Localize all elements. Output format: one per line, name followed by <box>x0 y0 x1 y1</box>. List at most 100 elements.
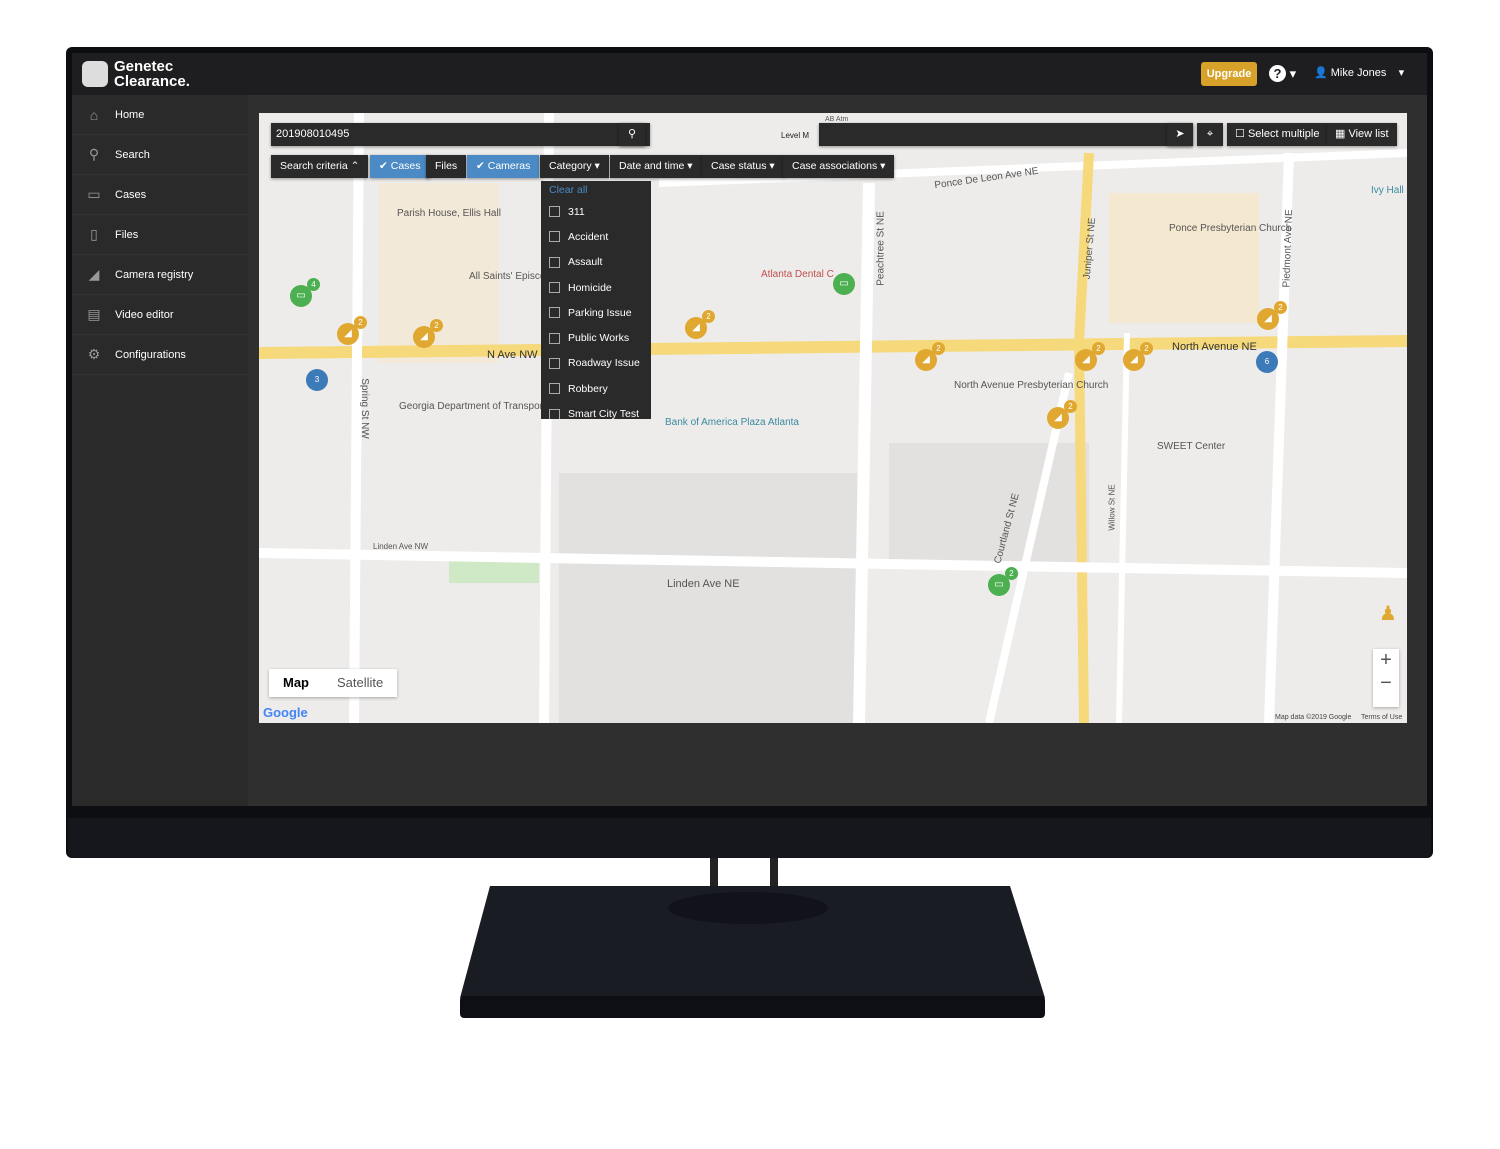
camera-icon: ◢ <box>344 328 352 339</box>
marker-count: 4 <box>307 278 320 291</box>
checkbox[interactable] <box>549 332 560 344</box>
help-menu[interactable]: ? ▾ <box>1269 65 1296 82</box>
search-criteria-toggle[interactable]: Search criteria ⌃ <box>271 155 369 178</box>
user-menu[interactable]: 👤 Mike Jones ▾ <box>1314 66 1404 79</box>
sidebar-item-video-editor[interactable]: ▤ Video editor <box>72 295 248 335</box>
monitor-stand <box>460 858 1045 1018</box>
label: Configurations <box>115 348 186 361</box>
map-label: Willow St NE <box>1107 484 1117 531</box>
case-marker[interactable]: ▭ <box>833 273 855 295</box>
checkbox[interactable] <box>549 231 560 243</box>
category-option[interactable]: Public Works <box>541 325 651 350</box>
map-label: Atlanta Dental C <box>761 269 834 280</box>
label: Date and time <box>619 160 685 172</box>
upgrade-button[interactable]: Upgrade <box>1201 62 1257 86</box>
location-input[interactable] <box>819 123 1193 146</box>
map-type-map[interactable]: Map <box>269 669 323 697</box>
brand-line2: Clearance. <box>114 73 190 90</box>
search-button[interactable]: ⚲ <box>619 123 645 146</box>
map-label: Linden Ave NW <box>373 542 428 551</box>
top-header: Genetec Clearance. Upgrade ? ▾ 👤 Mike Jon… <box>72 53 1427 95</box>
search-input[interactable]: 201908010495 <box>271 123 650 146</box>
center-map-button[interactable]: ⌖ <box>1197 123 1223 146</box>
help-icon: ? <box>1269 65 1286 82</box>
clear-all-link[interactable]: Clear all <box>541 181 651 199</box>
checkbox[interactable] <box>549 408 560 419</box>
camera-marker[interactable]: ◢ 2 <box>915 342 945 371</box>
camera-marker[interactable]: ◢ 2 <box>413 319 443 348</box>
checkbox[interactable] <box>549 383 560 395</box>
map-attribution: Map data ©2019 Google <box>1275 714 1352 721</box>
category-dropdown[interactable]: Category ▾ <box>540 155 609 178</box>
checkbox[interactable] <box>549 206 560 218</box>
cluster-marker[interactable]: 6 <box>1256 351 1278 373</box>
search-icon: ⚲ <box>627 128 637 140</box>
map-view[interactable]: Parish House, Ellis Hall All Saints' Epi… <box>259 113 1407 723</box>
category-option[interactable]: Assault <box>541 250 651 275</box>
camera-marker[interactable]: ◢ 2 <box>1075 342 1105 371</box>
folder-icon: ▭ <box>839 278 849 289</box>
checkbox[interactable] <box>549 307 560 319</box>
category-option[interactable]: Accident <box>541 224 651 249</box>
pegman-icon[interactable]: ♟ <box>1379 601 1397 626</box>
home-icon: ⌂ <box>89 106 99 123</box>
map-type-satellite[interactable]: Satellite <box>323 669 397 697</box>
check-icon: ✔ <box>476 160 485 172</box>
label: Search <box>115 148 150 161</box>
map-label: North Avenue Presbyterian Church <box>954 380 1109 391</box>
sidebar-item-search[interactable]: ⚲ Search <box>72 135 248 175</box>
sidebar-item-camera-registry[interactable]: ◢ Camera registry <box>72 255 248 295</box>
zoom-in-button[interactable]: + <box>1373 649 1399 672</box>
category-option[interactable]: Roadway Issue <box>541 351 651 376</box>
map-label: Bank of America Plaza Atlanta <box>665 417 799 428</box>
map-label: Peachtree St NE <box>875 211 887 286</box>
brand-line1: Genetec <box>114 58 174 75</box>
terms-link[interactable]: Terms of Use <box>1361 714 1402 721</box>
category-option[interactable]: 311 <box>541 199 651 224</box>
search-icon: ⚲ <box>88 146 100 162</box>
label: Homicide <box>568 281 612 294</box>
checkbox[interactable] <box>549 357 560 369</box>
logo[interactable]: Genetec Clearance. <box>82 59 190 89</box>
map-label: Level M <box>781 131 810 140</box>
camera-icon: ◢ <box>1082 354 1090 365</box>
select-multiple-button[interactable]: ☐ Select multiple <box>1227 123 1328 146</box>
label: Files <box>115 228 139 241</box>
case-marker[interactable]: ▭ 4 <box>290 278 320 307</box>
category-option[interactable]: Homicide <box>541 275 651 300</box>
label: Assault <box>568 256 603 269</box>
camera-marker[interactable]: ◢ 2 <box>1123 342 1153 371</box>
camera-icon: ◢ <box>1264 313 1272 324</box>
category-option[interactable]: Robbery <box>541 376 651 401</box>
folder-icon: ▭ <box>87 186 101 202</box>
category-option[interactable]: Smart City Test <box>541 401 651 419</box>
case-associations-dropdown[interactable]: Case associations ▾ <box>783 155 895 178</box>
filter-cameras[interactable]: ✔ Cameras <box>467 155 540 178</box>
category-option[interactable]: Parking Issue <box>541 300 651 325</box>
view-list-button[interactable]: ▦ View list <box>1327 123 1397 146</box>
chevron-up-icon: ⌃ <box>350 160 360 172</box>
checkbox[interactable] <box>549 256 560 268</box>
sidebar-item-configurations[interactable]: ⚙ Configurations <box>72 335 248 375</box>
checkbox[interactable] <box>549 282 560 294</box>
case-marker[interactable]: ▭ 2 <box>988 567 1018 596</box>
camera-marker[interactable]: ◢ 2 <box>1047 400 1077 429</box>
locate-button[interactable]: ➤ <box>1167 123 1193 146</box>
camera-marker[interactable]: ◢ 2 <box>1257 301 1287 330</box>
date-time-dropdown[interactable]: Date and time ▾ <box>610 155 702 178</box>
sidebar-item-files[interactable]: ▯ Files <box>72 215 248 255</box>
sidebar-item-cases[interactable]: ▭ Cases <box>72 175 248 215</box>
sidebar-item-home[interactable]: ⌂ Home <box>72 95 248 135</box>
marker-count: 2 <box>1140 342 1153 355</box>
camera-icon: ◢ <box>922 354 930 365</box>
camera-marker[interactable]: ◢ 2 <box>685 310 715 339</box>
cluster-marker[interactable]: 3 <box>306 369 328 391</box>
folder-icon: ▭ <box>296 290 306 301</box>
case-status-dropdown[interactable]: Case status ▾ <box>702 155 784 178</box>
filter-files[interactable]: Files <box>426 155 467 178</box>
map-type-control: Map Satellite <box>269 669 398 697</box>
zoom-out-button[interactable]: − <box>1373 672 1399 695</box>
camera-marker[interactable]: ◢ 2 <box>337 316 367 345</box>
label: Parking Issue <box>568 306 632 319</box>
filter-cases[interactable]: ✔ Cases <box>370 155 430 178</box>
